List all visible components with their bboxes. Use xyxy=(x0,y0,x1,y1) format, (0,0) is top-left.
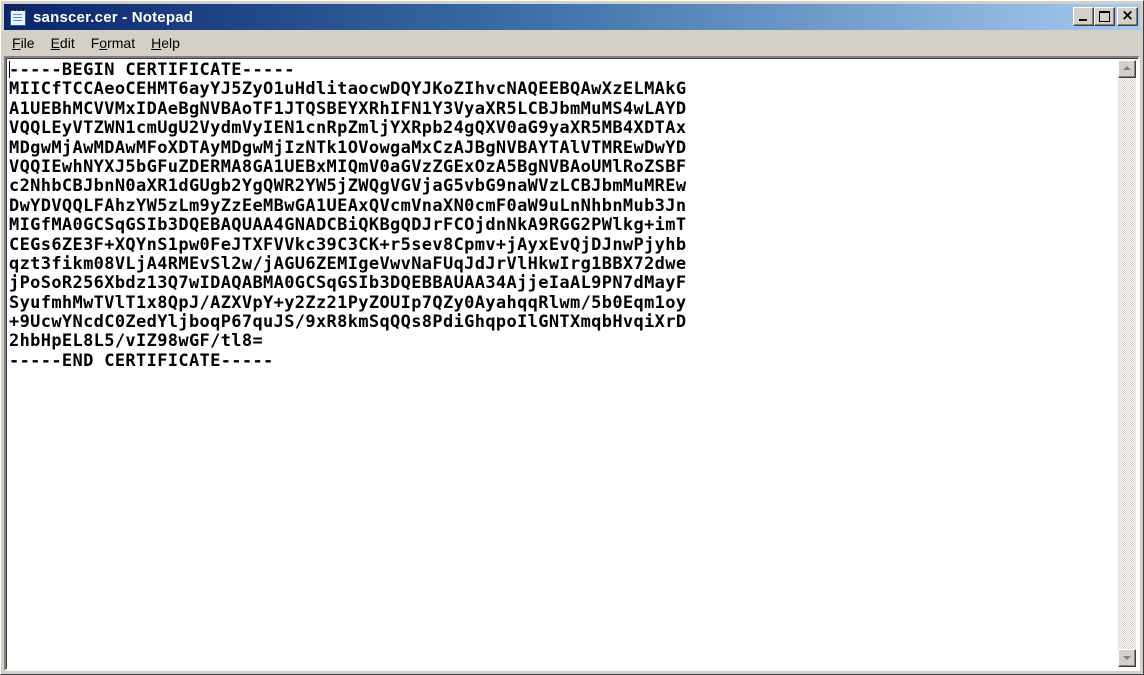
text-line-content: +9UcwYNcdC0ZedYljboqP67quJS/9xR8kmSqQQs8… xyxy=(9,312,687,333)
window-title: sanscer.cer - Notepad xyxy=(33,8,194,26)
text-line-content: SyufmhMwTVlT1x8QpJ/AZXVpY+y2Zz21PyZOUIp7… xyxy=(9,292,687,313)
minimize-icon xyxy=(1079,19,1087,21)
text-line: 2hbHpEL8L5/vIZ98wGF/tl8= xyxy=(9,332,1118,351)
text-line-content: MIICfTCCAeoCEHMT6ayYJ5ZyO1uHdlitaocwDQYJ… xyxy=(9,79,687,100)
maximize-icon xyxy=(1099,11,1110,22)
arrow-up-icon xyxy=(1123,66,1131,70)
text-line: A1UEBhMCVVMxIDAeBgNVBAoTF1JTQSBEYXRhIFN1… xyxy=(9,98,1118,119)
text-line-content: MIGfMA0GCSqGSIb3DQEBAQUAA4GNADCBiQKBgQDJ… xyxy=(9,215,687,236)
arrow-down-icon xyxy=(1123,656,1131,660)
menu-file[interactable]: File xyxy=(4,32,43,54)
scroll-down-button[interactable] xyxy=(1118,649,1136,667)
text-line: VQQLEyVTZWN1cmUgU2VydmVyIEN1cnRpZmljYXRp… xyxy=(9,118,1118,139)
text-line: jPoSoR256Xbdz13Q7wIDAQABMA0GCSqGSIb3DQEB… xyxy=(9,274,1118,293)
document-text[interactable]: -----BEGIN CERTIFICATE----- MIICfTCCAeoCE… xyxy=(8,61,1118,667)
close-button[interactable]: × xyxy=(1117,7,1138,26)
text-line-content: c2NhbCBJbnN0aXR1dGUgb2YgQWR2YW5jZWQgVGVj… xyxy=(9,176,687,197)
close-icon: × xyxy=(1121,6,1134,24)
text-line: -----END CERTIFICATE----- xyxy=(9,350,1118,371)
text-line-content: jPoSoR256Xbdz13Q7wIDAQABMA0GCSqGSIb3DQEB… xyxy=(9,273,687,294)
notepad-icon[interactable] xyxy=(9,8,27,26)
text-line-content: VQQLEyVTZWN1cmUgU2VydmVyIEN1cnRpZmljYXRp… xyxy=(9,118,687,139)
title-bar[interactable]: sanscer.cer - Notepad × xyxy=(4,4,1140,30)
text-line: VQQIEwhNYXJ5bGFuZDERMA8GA1UEBxMIQmV0aGVz… xyxy=(9,156,1118,177)
minimize-button[interactable] xyxy=(1073,7,1094,26)
text-line-content: -----BEGIN CERTIFICATE----- xyxy=(9,61,295,80)
text-line-content: CEGs6ZE3F+XQYnS1pw0FeJTXFVVkc39C3CK+r5se… xyxy=(9,234,687,255)
text-line: -----BEGIN CERTIFICATE----- xyxy=(9,61,1118,80)
text-line-content: VQQIEwhNYXJ5bGFuZDERMA8GA1UEBxMIQmV0aGVz… xyxy=(9,156,687,177)
menu-edit[interactable]: Edit xyxy=(43,32,83,54)
vertical-scrollbar[interactable] xyxy=(1118,60,1136,667)
text-line: DwYDVQQLFAhzYW5zLm9yZzEeMBwGA1UEAxQVcmVn… xyxy=(9,195,1118,216)
text-line-content: MDgwMjAwMDAwMFoXDTAyMDgwMjIzNTk1OVowgaMx… xyxy=(9,137,687,158)
text-line-content: DwYDVQQLFAhzYW5zLm9yZzEeMBwGA1UEAxQVcmVn… xyxy=(9,195,687,216)
menu-format[interactable]: Format xyxy=(83,32,143,54)
text-line: MDgwMjAwMDAwMFoXDTAyMDgwMjIzNTk1OVowgaMx… xyxy=(9,137,1118,158)
text-editor[interactable]: -----BEGIN CERTIFICATE----- MIICfTCCAeoCE… xyxy=(4,56,1140,671)
menu-bar: File Edit Format Help xyxy=(4,32,1140,54)
text-line-content: 2hbHpEL8L5/vIZ98wGF/tl8= xyxy=(9,331,264,352)
text-line: CEGs6ZE3F+XQYnS1pw0FeJTXFVVkc39C3CK+r5se… xyxy=(9,234,1118,255)
text-line: SyufmhMwTVlT1x8QpJ/AZXVpY+y2Zz21PyZOUIp7… xyxy=(9,292,1118,313)
scroll-up-button[interactable] xyxy=(1118,60,1136,78)
text-line: qzt3fikm08VLjA4RMEvSl2w/jAGU6ZEMIgeVwvNa… xyxy=(9,253,1118,274)
window-controls: × xyxy=(1073,7,1138,26)
text-line: MIICfTCCAeoCEHMT6ayYJ5ZyO1uHdlitaocwDQYJ… xyxy=(9,80,1118,99)
text-line: MIGfMA0GCSqGSIb3DQEBAQUAA4GNADCBiQKBgQDJ… xyxy=(9,215,1118,236)
notepad-window: sanscer.cer - Notepad × File Edit Format… xyxy=(0,0,1144,675)
text-line: +9UcwYNcdC0ZedYljboqP67quJS/9xR8kmSqQQs8… xyxy=(9,312,1118,333)
maximize-button[interactable] xyxy=(1094,7,1115,26)
text-line: c2NhbCBJbnN0aXR1dGUgb2YgQWR2YW5jZWQgVGVj… xyxy=(9,177,1118,196)
text-line-content: qzt3fikm08VLjA4RMEvSl2w/jAGU6ZEMIgeVwvNa… xyxy=(9,253,687,274)
text-line-content: -----END CERTIFICATE----- xyxy=(9,350,274,371)
text-line-content: A1UEBhMCVVMxIDAeBgNVBAoTF1JTQSBEYXRhIFN1… xyxy=(9,98,687,119)
menu-help[interactable]: Help xyxy=(143,32,188,54)
